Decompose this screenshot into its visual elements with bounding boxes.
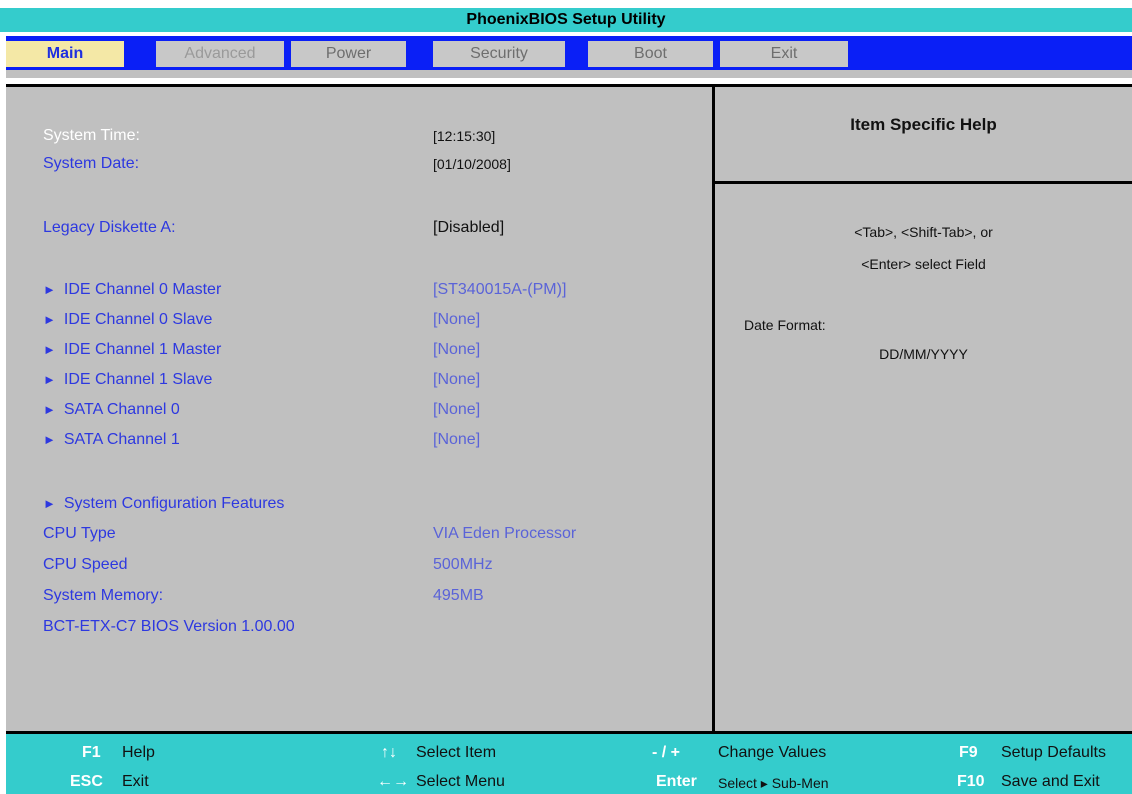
- help-separator: [715, 181, 1132, 184]
- tab-security[interactable]: Security: [433, 41, 565, 67]
- submenu-label: IDE Channel 0 Master: [63, 281, 222, 298]
- submenu-ide0-slave[interactable]: ► IDE Channel 0 Slave: [43, 309, 212, 331]
- plus-minus-key: - / +: [652, 744, 681, 761]
- submenu-ide1-slave[interactable]: ► IDE Channel 1 Slave: [43, 369, 212, 391]
- tab-exit[interactable]: Exit: [720, 41, 848, 67]
- cpu-speed-label: CPU Speed: [43, 556, 128, 573]
- submenu-ide0-slave-value: [None]: [433, 311, 481, 328]
- legacy-diskette-value[interactable]: [Disabled]: [433, 217, 504, 239]
- updown-desc: Select Item: [416, 744, 497, 761]
- system-memory-value: 495MB: [433, 587, 484, 604]
- submenu-sata1[interactable]: ► SATA Channel 1: [43, 429, 180, 451]
- submenu-ide1-master[interactable]: ► IDE Channel 1 Master: [43, 339, 221, 361]
- left-right-arrows-icon: ←→: [377, 773, 409, 790]
- submenu-ide0-master[interactable]: ► IDE Channel 0 Master: [43, 279, 221, 301]
- submenu-arrow-icon: ►: [43, 402, 56, 417]
- f1-desc: Help: [122, 744, 155, 761]
- tab-main[interactable]: Main: [6, 41, 124, 67]
- submenu-ide1-slave-value: [None]: [433, 371, 481, 388]
- date-format-value: DD/MM/YYYY: [879, 346, 968, 362]
- submenu-label: IDE Channel 0 Slave: [63, 311, 213, 328]
- menu-underline-strip: [6, 70, 1132, 78]
- window-title: PhoenixBIOS Setup Utility: [0, 8, 1132, 32]
- tab-power[interactable]: Power: [291, 41, 406, 67]
- system-date-value[interactable]: [01/10/2008]: [433, 153, 511, 175]
- up-down-arrows-icon: ↑↓: [381, 744, 397, 761]
- system-date-label[interactable]: System Date:: [43, 153, 139, 175]
- date-format-label: Date Format:: [744, 317, 826, 333]
- plus-minus-desc: Change Values: [718, 744, 827, 761]
- help-line-1: <Tab>, <Shift-Tab>, or: [854, 224, 993, 240]
- enter-key: Enter: [656, 773, 697, 790]
- system-memory-label: System Memory:: [43, 587, 164, 604]
- tab-boot[interactable]: Boot: [588, 41, 713, 67]
- submenu-arrow-icon: ►: [43, 342, 56, 357]
- cpu-type-label: CPU Type: [43, 525, 116, 542]
- submenu-arrow-icon: ►: [43, 372, 56, 387]
- submenu-sata0-value: [None]: [433, 401, 481, 418]
- submenu-ide0-master-value: [ST340015A-(PM)]: [433, 281, 567, 298]
- cpu-type-value: VIA Eden Processor: [433, 525, 577, 542]
- f1-key: F1: [82, 744, 101, 761]
- submenu-label: IDE Channel 1 Master: [63, 341, 222, 358]
- f10-key: F10: [957, 773, 985, 790]
- submenu-arrow-icon: ►: [43, 282, 56, 297]
- tab-advanced[interactable]: Advanced: [156, 41, 284, 67]
- system-time-value[interactable]: [12:15:30]: [433, 125, 495, 147]
- help-line-2: <Enter> select Field: [861, 256, 986, 272]
- submenu-ide1-master-value: [None]: [433, 341, 481, 358]
- f9-desc: Setup Defaults: [1001, 744, 1106, 761]
- submenu-label: SATA Channel 0: [63, 401, 180, 418]
- submenu-sata1-value: [None]: [433, 431, 481, 448]
- submenu-label: System Configuration Features: [63, 495, 285, 512]
- menu-bar: Main Advanced Power Security Boot Exit: [6, 36, 1132, 70]
- submenu-system-config[interactable]: ► System Configuration Features: [43, 493, 284, 515]
- submenu-sata0[interactable]: ► SATA Channel 0: [43, 399, 180, 421]
- f10-desc: Save and Exit: [1001, 773, 1100, 790]
- key-legend-footer: F1 Help ↑↓ Select Item - / + Change Valu…: [6, 734, 1132, 794]
- submenu-arrow-icon: ►: [43, 496, 56, 511]
- submenu-label: SATA Channel 1: [63, 431, 180, 448]
- submenu-label: IDE Channel 1 Slave: [63, 371, 213, 388]
- help-title: Item Specific Help: [850, 115, 997, 134]
- esc-key: ESC: [70, 773, 103, 790]
- f9-key: F9: [959, 744, 978, 761]
- submenu-arrow-icon: ►: [43, 312, 56, 327]
- bios-version: BCT-ETX-C7 BIOS Version 1.00.00: [43, 618, 295, 635]
- submenu-arrow-icon: ►: [43, 432, 56, 447]
- enter-desc: Select ▸ Sub-Men: [718, 775, 829, 791]
- system-time-label[interactable]: System Time:: [43, 125, 140, 147]
- leftright-desc: Select Menu: [416, 773, 505, 790]
- cpu-speed-value: 500MHz: [433, 556, 493, 573]
- esc-desc: Exit: [122, 773, 149, 790]
- main-panel: System Time: [12:15:30] System Date: [01…: [6, 84, 1132, 734]
- legacy-diskette-label[interactable]: Legacy Diskette A:: [43, 217, 176, 239]
